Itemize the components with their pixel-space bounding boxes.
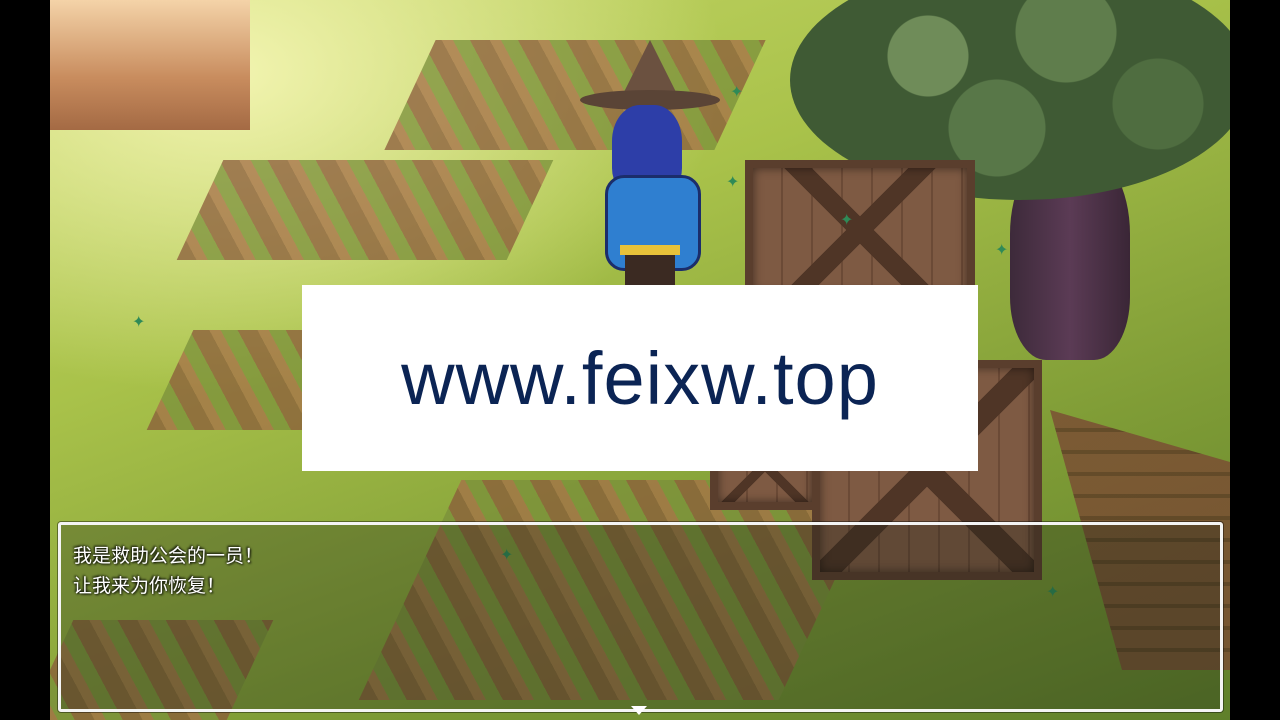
- dirt-path: [176, 160, 554, 260]
- watermark-banner: www.feixw.top: [302, 285, 978, 471]
- character-belt: [620, 245, 680, 255]
- dialog-line: 我是救助公会的一员！: [73, 545, 264, 567]
- dialog-line: 让我来为你恢复！: [73, 575, 226, 597]
- leaf-sparkle-icon: ✦: [995, 240, 1009, 259]
- watermark-text: www.feixw.top: [401, 336, 879, 420]
- leaf-sparkle-icon: ✦: [840, 210, 854, 229]
- triangle-down-icon[interactable]: [631, 706, 647, 715]
- stone-wall: [50, 0, 250, 130]
- wooden-crate[interactable]: [745, 160, 975, 300]
- game-screen: ✦ ✦ ✦ ✦ ✦ ✦ ✦ www.feixw.top 我是救助公会的一员！ 让…: [0, 0, 1280, 720]
- message-window[interactable]: 我是救助公会的一员！ 让我来为你恢复！: [58, 522, 1223, 715]
- leaf-sparkle-icon: ✦: [132, 312, 146, 331]
- player-character[interactable]: [580, 40, 730, 290]
- leaf-sparkle-icon: ✦: [730, 82, 744, 101]
- leaf-sparkle-icon: ✦: [726, 172, 740, 191]
